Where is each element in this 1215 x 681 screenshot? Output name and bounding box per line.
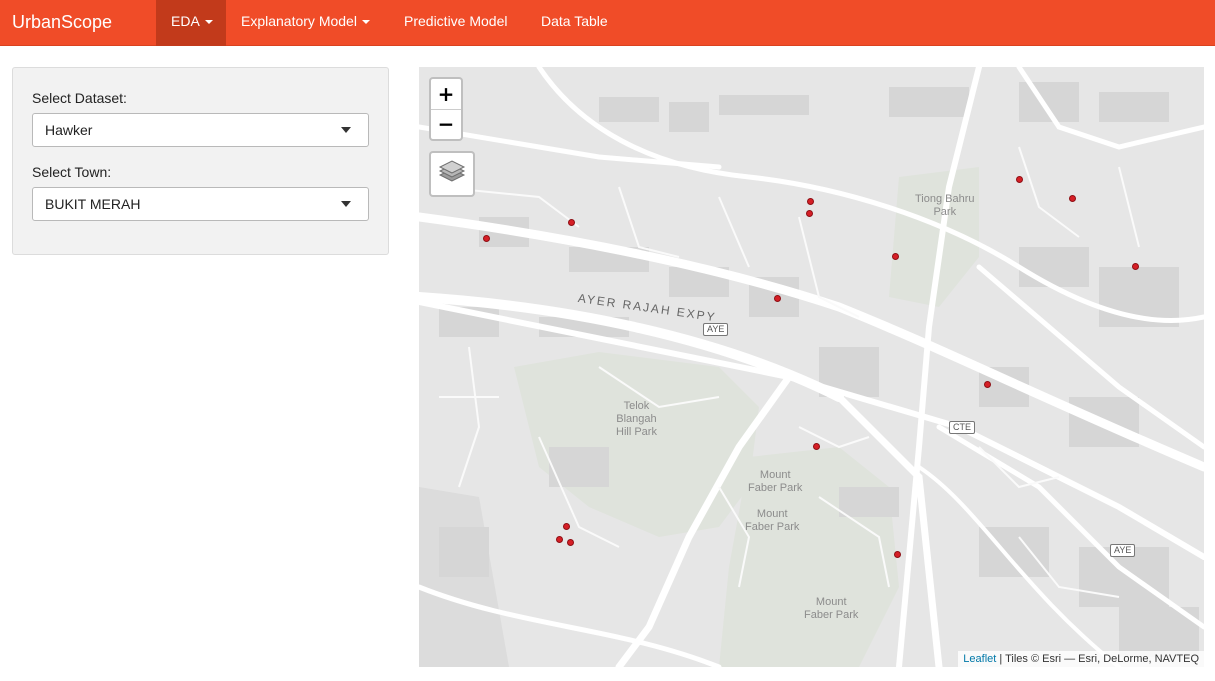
hawker-marker[interactable] [774, 295, 781, 302]
nav-eda[interactable]: EDA [156, 0, 226, 46]
brand-title[interactable]: UrbanScope [12, 0, 112, 46]
chevron-down-icon [341, 201, 351, 207]
hawker-marker[interactable] [483, 235, 490, 242]
label-telok-blangah-hill-park: Telok Blangah Hill Park [616, 400, 657, 438]
label-tiong-bahru-park: Tiong Bahru Park [915, 193, 975, 218]
map-tiles[interactable] [419, 67, 1204, 667]
layers-button[interactable] [429, 151, 475, 197]
hawker-marker[interactable] [563, 523, 570, 530]
leaflet-map[interactable]: Tiong Bahru Park Telok Blangah Hill Park Mo… [419, 67, 1204, 667]
nav-explanatory-label: Explanatory Model [241, 13, 357, 29]
dataset-select-value: Hawker [45, 122, 93, 138]
label-mount-faber-park-2: Mount Faber Park [745, 508, 800, 533]
label-mount-faber-park-1: Mount Faber Park [748, 469, 803, 494]
chevron-down-icon [341, 127, 351, 133]
nav-predictive-label: Predictive Model [404, 13, 508, 29]
zoom-in-button[interactable]: + [431, 79, 461, 109]
nav-data-table-label: Data Table [541, 13, 608, 29]
hawker-marker[interactable] [807, 198, 814, 205]
dataset-select[interactable]: Hawker [32, 113, 369, 147]
map-attribution: Leaflet | Tiles © Esri — Esri, DeLorme, … [958, 651, 1204, 667]
zoom-control: + − [429, 77, 463, 141]
top-navbar: UrbanScope EDA Explanatory Model Predict… [0, 0, 1215, 46]
nav-data-table[interactable]: Data Table [541, 0, 621, 46]
zoom-out-button[interactable]: − [431, 109, 461, 139]
nav-predictive-model[interactable]: Predictive Model [404, 0, 524, 46]
label-mount-faber-park-3: Mount Faber Park [804, 596, 859, 621]
town-select-value: BUKIT MERAH [45, 196, 141, 212]
hawker-marker[interactable] [1069, 195, 1076, 202]
dataset-label: Select Dataset: [32, 90, 127, 106]
shield-aye-1: AYE [703, 323, 729, 336]
hawker-marker[interactable] [1016, 176, 1023, 183]
town-label: Select Town: [32, 164, 112, 180]
hawker-marker[interactable] [1132, 263, 1139, 270]
hawker-marker[interactable] [892, 253, 899, 260]
nav-eda-label: EDA [171, 13, 200, 29]
hawker-marker[interactable] [806, 210, 813, 217]
nav-explanatory-model[interactable]: Explanatory Model [241, 0, 386, 46]
caret-down-icon [204, 20, 213, 25]
layers-icon [438, 160, 466, 182]
hawker-marker[interactable] [556, 536, 563, 543]
hawker-marker[interactable] [568, 219, 575, 226]
hawker-marker[interactable] [813, 443, 820, 450]
attribution-text: | Tiles © Esri — Esri, DeLorme, NAVTEQ [996, 653, 1199, 665]
leaflet-link[interactable]: Leaflet [963, 653, 996, 665]
hawker-marker[interactable] [567, 539, 574, 546]
caret-down-icon [361, 20, 370, 25]
shield-cte: CTE [949, 421, 975, 434]
hawker-marker[interactable] [894, 551, 901, 558]
town-select[interactable]: BUKIT MERAH [32, 187, 369, 221]
sidebar-panel: Select Dataset: Hawker Select Town: BUKI… [12, 67, 389, 255]
shield-aye-2: AYE [1110, 544, 1136, 557]
hawker-marker[interactable] [984, 381, 991, 388]
